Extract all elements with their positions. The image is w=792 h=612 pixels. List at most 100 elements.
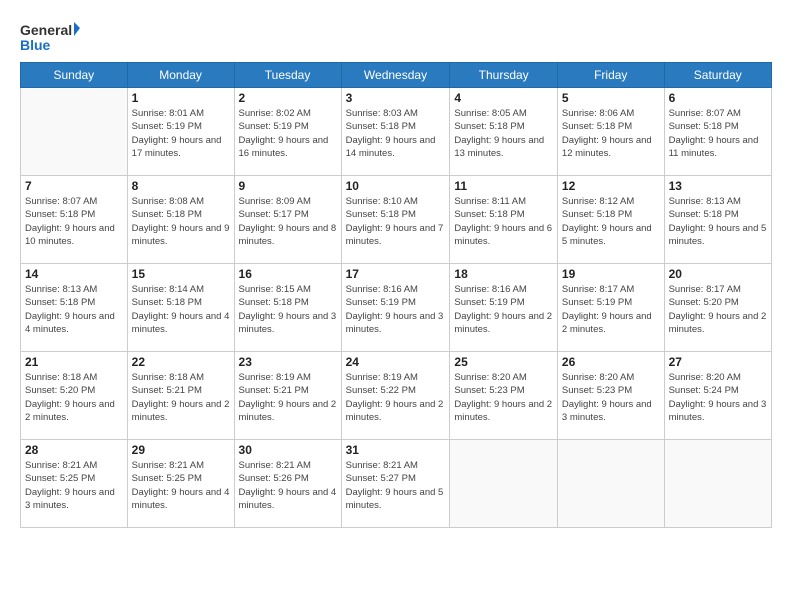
day-number: 22 (132, 355, 230, 369)
day-cell: 24 Sunrise: 8:19 AMSunset: 5:22 PMDayligh… (341, 352, 450, 440)
day-number: 8 (132, 179, 230, 193)
day-info: Sunrise: 8:08 AMSunset: 5:18 PMDaylight:… (132, 195, 230, 248)
day-info: Sunrise: 8:14 AMSunset: 5:18 PMDaylight:… (132, 283, 230, 336)
day-cell: 14 Sunrise: 8:13 AMSunset: 5:18 PMDayligh… (21, 264, 128, 352)
day-cell: 11Sunrise: 8:11 AMSunset: 5:18 PMDayligh… (450, 176, 558, 264)
day-number: 6 (669, 91, 767, 105)
day-info: Sunrise: 8:13 AMSunset: 5:18 PMDaylight:… (25, 283, 123, 336)
day-info: Sunrise: 8:21 AMSunset: 5:26 PMDaylight:… (239, 459, 337, 512)
day-cell: 3Sunrise: 8:03 AMSunset: 5:18 PMDaylight… (341, 88, 450, 176)
day-info: Sunrise: 8:16 AMSunset: 5:19 PMDaylight:… (454, 283, 553, 336)
day-number: 26 (562, 355, 660, 369)
week-row-3: 21Sunrise: 8:18 AMSunset: 5:20 PMDayligh… (21, 352, 772, 440)
day-info: Sunrise: 8:01 AMSunset: 5:19 PMDaylight:… (132, 107, 230, 160)
day-cell (664, 440, 771, 528)
day-cell: 21Sunrise: 8:18 AMSunset: 5:20 PMDayligh… (21, 352, 128, 440)
day-info: Sunrise: 8:16 AMSunset: 5:19 PMDaylight:… (346, 283, 446, 336)
day-number: 2 (239, 91, 337, 105)
day-info: Sunrise: 8:05 AMSunset: 5:18 PMDaylight:… (454, 107, 553, 160)
week-row-4: 28 Sunrise: 8:21 AMSunset: 5:25 PMDayligh… (21, 440, 772, 528)
day-info: Sunrise: 8:17 AMSunset: 5:19 PMDaylight:… (562, 283, 660, 336)
day-number: 15 (132, 267, 230, 281)
day-cell: 20 Sunrise: 8:17 AMSunset: 5:20 PMDayligh… (664, 264, 771, 352)
week-row-1: 7 Sunrise: 8:07 AMSunset: 5:18 PMDaylight… (21, 176, 772, 264)
day-cell: 9 Sunrise: 8:09 AMSunset: 5:17 PMDaylight… (234, 176, 341, 264)
header-cell-monday: Monday (127, 63, 234, 88)
day-number: 20 (669, 267, 767, 281)
day-info: Sunrise: 8:17 AMSunset: 5:20 PMDaylight:… (669, 283, 767, 336)
day-number: 17 (346, 267, 446, 281)
day-cell: 31 Sunrise: 8:21 AMSunset: 5:27 PMDayligh… (341, 440, 450, 528)
day-number: 7 (25, 179, 123, 193)
week-row-0: 1 Sunrise: 8:01 AMSunset: 5:19 PMDaylight… (21, 88, 772, 176)
day-number: 28 (25, 443, 123, 457)
day-cell: 28Sunrise: 8:21 AMSunset: 5:25 PMDayligh… (21, 440, 128, 528)
day-number: 25 (454, 355, 553, 369)
day-info: Sunrise: 8:18 AMSunset: 5:21 PMDaylight:… (132, 371, 230, 424)
day-number: 16 (239, 267, 337, 281)
day-number: 30 (239, 443, 337, 457)
calendar-container: General Blue SundayMondayTuesdayWednesda… (0, 0, 792, 538)
day-cell: 10Sunrise: 8:10 AMSunset: 5:18 PMDayligh… (341, 176, 450, 264)
header-cell-saturday: Saturday (664, 63, 771, 88)
day-number: 14 (25, 267, 123, 281)
day-info: Sunrise: 8:19 AMSunset: 5:21 PMDaylight:… (239, 371, 337, 424)
day-cell: 27Sunrise: 8:20 AMSunset: 5:24 PMDayligh… (664, 352, 771, 440)
day-number: 31 (346, 443, 446, 457)
day-info: Sunrise: 8:21 AMSunset: 5:27 PMDaylight:… (346, 459, 446, 512)
day-number: 13 (669, 179, 767, 193)
day-info: Sunrise: 8:21 AMSunset: 5:25 PMDaylight:… (132, 459, 230, 512)
day-cell: 19 Sunrise: 8:17 AMSunset: 5:19 PMDayligh… (557, 264, 664, 352)
day-cell: 26 Sunrise: 8:20 AMSunset: 5:23 PMDayligh… (557, 352, 664, 440)
header: General Blue (20, 16, 772, 56)
day-info: Sunrise: 8:07 AMSunset: 5:18 PMDaylight:… (669, 107, 767, 160)
calendar-body: 1 Sunrise: 8:01 AMSunset: 5:19 PMDaylight… (21, 88, 772, 528)
day-info: Sunrise: 8:10 AMSunset: 5:18 PMDaylight:… (346, 195, 446, 248)
day-info: Sunrise: 8:12 AMSunset: 5:18 PMDaylight:… (562, 195, 660, 248)
day-number: 12 (562, 179, 660, 193)
day-number: 19 (562, 267, 660, 281)
day-number: 18 (454, 267, 553, 281)
day-number: 23 (239, 355, 337, 369)
day-cell: 17 Sunrise: 8:16 AMSunset: 5:19 PMDayligh… (341, 264, 450, 352)
day-cell: 25 Sunrise: 8:20 AMSunset: 5:23 PMDayligh… (450, 352, 558, 440)
day-cell (21, 88, 128, 176)
day-cell: 1 Sunrise: 8:01 AMSunset: 5:19 PMDaylight… (127, 88, 234, 176)
day-info: Sunrise: 8:20 AMSunset: 5:24 PMDaylight:… (669, 371, 767, 424)
day-cell: 15 Sunrise: 8:14 AMSunset: 5:18 PMDayligh… (127, 264, 234, 352)
day-number: 21 (25, 355, 123, 369)
day-cell: 5Sunrise: 8:06 AMSunset: 5:18 PMDaylight… (557, 88, 664, 176)
day-number: 24 (346, 355, 446, 369)
day-info: Sunrise: 8:09 AMSunset: 5:17 PMDaylight:… (239, 195, 337, 248)
day-info: Sunrise: 8:02 AMSunset: 5:19 PMDaylight:… (239, 107, 337, 160)
day-cell: 18 Sunrise: 8:16 AMSunset: 5:19 PMDayligh… (450, 264, 558, 352)
header-cell-wednesday: Wednesday (341, 63, 450, 88)
day-cell: 7 Sunrise: 8:07 AMSunset: 5:18 PMDaylight… (21, 176, 128, 264)
header-cell-sunday: Sunday (21, 63, 128, 88)
logo: General Blue (20, 20, 80, 56)
logo-svg: General Blue (20, 20, 80, 56)
day-info: Sunrise: 8:03 AMSunset: 5:18 PMDaylight:… (346, 107, 446, 160)
day-number: 9 (239, 179, 337, 193)
day-info: Sunrise: 8:20 AMSunset: 5:23 PMDaylight:… (454, 371, 553, 424)
day-number: 5 (562, 91, 660, 105)
day-number: 1 (132, 91, 230, 105)
calendar-header: SundayMondayTuesdayWednesdayThursdayFrid… (21, 63, 772, 88)
day-info: Sunrise: 8:20 AMSunset: 5:23 PMDaylight:… (562, 371, 660, 424)
svg-text:Blue: Blue (20, 37, 51, 53)
header-cell-tuesday: Tuesday (234, 63, 341, 88)
day-number: 11 (454, 179, 553, 193)
day-cell: 12 Sunrise: 8:12 AMSunset: 5:18 PMDayligh… (557, 176, 664, 264)
day-cell: 13Sunrise: 8:13 AMSunset: 5:18 PMDayligh… (664, 176, 771, 264)
day-info: Sunrise: 8:07 AMSunset: 5:18 PMDaylight:… (25, 195, 123, 248)
calendar-table: SundayMondayTuesdayWednesdayThursdayFrid… (20, 62, 772, 528)
day-info: Sunrise: 8:15 AMSunset: 5:18 PMDaylight:… (239, 283, 337, 336)
day-cell: 2 Sunrise: 8:02 AMSunset: 5:19 PMDaylight… (234, 88, 341, 176)
day-cell (557, 440, 664, 528)
day-cell: 30 Sunrise: 8:21 AMSunset: 5:26 PMDayligh… (234, 440, 341, 528)
header-row: SundayMondayTuesdayWednesdayThursdayFrid… (21, 63, 772, 88)
svg-text:General: General (20, 22, 72, 38)
day-cell: 16 Sunrise: 8:15 AMSunset: 5:18 PMDayligh… (234, 264, 341, 352)
day-cell: 29Sunrise: 8:21 AMSunset: 5:25 PMDayligh… (127, 440, 234, 528)
day-info: Sunrise: 8:19 AMSunset: 5:22 PMDaylight:… (346, 371, 446, 424)
